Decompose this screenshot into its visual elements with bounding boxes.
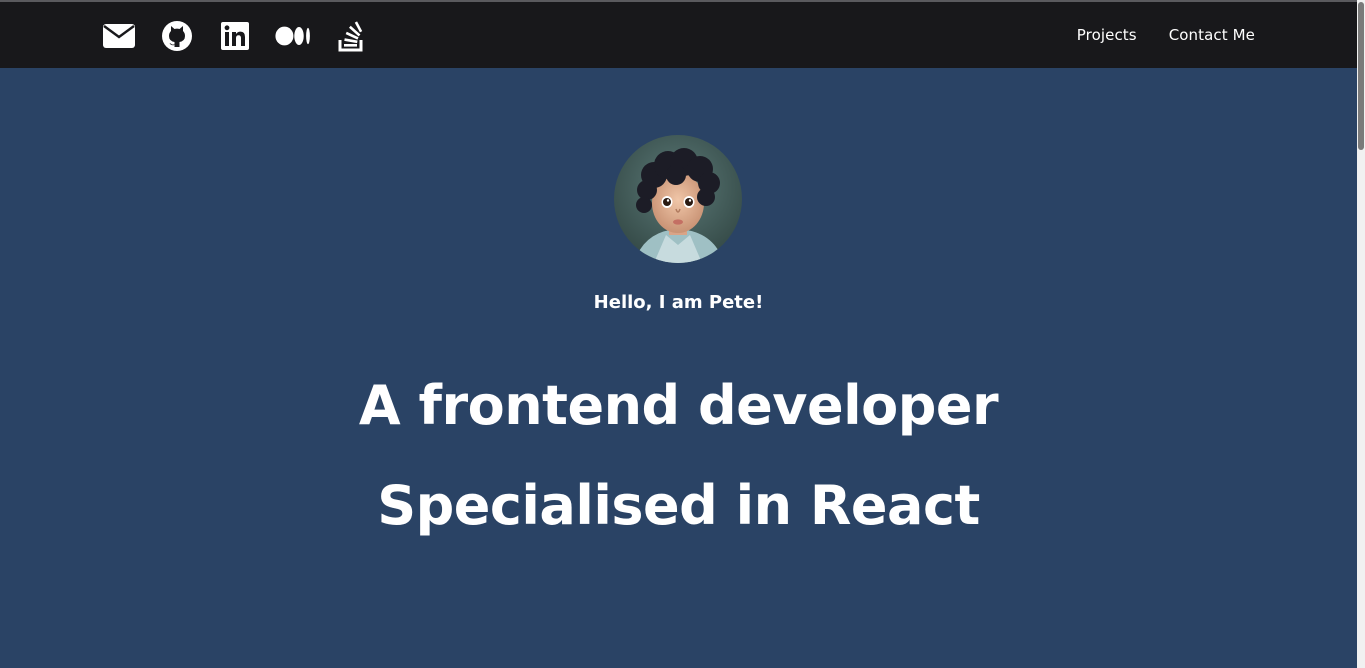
email-link[interactable]	[101, 19, 137, 53]
nav-contact-link[interactable]: Contact Me	[1169, 26, 1255, 44]
linkedin-link[interactable]	[217, 19, 253, 53]
linkedin-icon	[221, 22, 249, 50]
avatar-photo	[614, 135, 742, 263]
stackoverflow-icon	[338, 21, 363, 52]
hero-section: Hello, I am Pete! A frontend developer S…	[0, 68, 1357, 668]
scrollbar-thumb[interactable]	[1358, 2, 1364, 150]
headline-line-1: A frontend developer	[358, 374, 999, 437]
top-nav-bar: Projects Contact Me	[0, 0, 1357, 68]
github-link[interactable]	[159, 19, 195, 53]
medium-icon	[275, 26, 310, 46]
main-nav: Projects Contact Me	[1045, 2, 1255, 68]
envelope-icon	[103, 24, 135, 48]
stackoverflow-link[interactable]	[333, 19, 369, 53]
avatar	[614, 135, 742, 263]
headline-line-2: Specialised in React	[377, 474, 980, 537]
github-icon	[162, 21, 192, 51]
social-links	[101, 19, 391, 53]
medium-link[interactable]	[275, 19, 311, 53]
greeting-text: Hello, I am Pete!	[593, 292, 764, 313]
page-scrollbar[interactable]	[1357, 0, 1365, 668]
nav-projects-link[interactable]: Projects	[1077, 26, 1137, 44]
